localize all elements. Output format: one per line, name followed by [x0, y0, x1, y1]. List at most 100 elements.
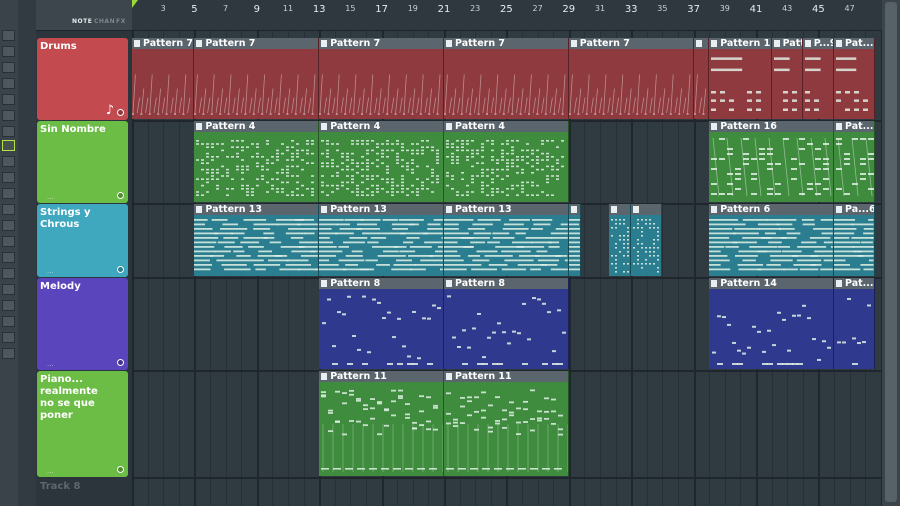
pattern-menu-icon[interactable]	[836, 206, 842, 213]
track-grip[interactable]: ...	[47, 361, 54, 368]
tool-button[interactable]	[2, 172, 15, 183]
clip-title[interactable]: Pattern 16	[709, 121, 833, 132]
tool-button[interactable]	[2, 110, 15, 121]
pattern-clip[interactable]: Pattern 8	[319, 278, 444, 369]
pattern-clip[interactable]: Pattern 7	[194, 38, 320, 119]
pattern-menu-icon[interactable]	[321, 206, 328, 213]
clip-title[interactable]: Pattern 14	[709, 278, 833, 289]
pattern-menu-icon[interactable]	[711, 280, 718, 287]
tool-button[interactable]	[2, 204, 15, 215]
pattern-menu-icon[interactable]	[446, 206, 452, 213]
pattern-clip[interactable]: Pattern 6	[709, 204, 834, 276]
pattern-clip[interactable]: Pattern 4	[444, 121, 569, 202]
clip-title[interactable]: Pattern 13	[319, 204, 443, 215]
tool-button[interactable]	[2, 188, 15, 199]
pattern-menu-icon[interactable]	[570, 40, 577, 47]
pattern-menu-icon[interactable]	[836, 40, 842, 47]
clip-title[interactable]: Pattern 4	[319, 121, 443, 132]
vertical-scrollbar[interactable]	[882, 0, 900, 506]
fx-mode-button[interactable]: FX	[116, 18, 126, 25]
clip-title[interactable]: Pattern 8	[444, 278, 568, 289]
pattern-menu-icon[interactable]	[836, 123, 842, 130]
pattern-clip[interactable]: Pattern 4	[194, 121, 320, 202]
pattern-clip[interactable]: Pattern 8	[444, 278, 569, 369]
tool-button[interactable]	[2, 348, 15, 359]
pattern-menu-icon[interactable]	[695, 40, 702, 47]
track-grip[interactable]: ...	[47, 268, 54, 275]
clip-title[interactable]: Pat...4	[834, 278, 874, 289]
clip-title[interactable]: Pa...6	[834, 204, 874, 215]
clip-title[interactable]: Patt	[771, 38, 802, 49]
clip-title[interactable]: Pattern 4	[194, 121, 319, 132]
pattern-menu-icon[interactable]	[711, 40, 718, 47]
clip-title[interactable]: Pattern 13	[194, 204, 319, 215]
tool-button[interactable]	[2, 236, 15, 247]
clip-title[interactable]: Pattern 7	[568, 38, 693, 49]
track-header[interactable]: Sin Nombre...	[37, 121, 128, 203]
pattern-clip[interactable]: Pa...6	[834, 204, 875, 276]
track-grip[interactable]: ...	[47, 468, 54, 475]
tool-button[interactable]	[2, 140, 15, 151]
clip-title[interactable]: Pattern 11	[444, 371, 568, 382]
track-mute-icon[interactable]	[117, 192, 124, 199]
pattern-clip[interactable]: Pattern 16	[709, 121, 834, 202]
pattern-menu-icon[interactable]	[804, 40, 811, 47]
playhead-marker[interactable]	[132, 0, 138, 8]
pattern-clip[interactable]: Pat...5	[834, 38, 875, 119]
pattern-menu-icon[interactable]	[196, 40, 203, 47]
pattern-clip[interactable]	[609, 204, 632, 276]
track-header[interactable]: Strings y Chrous...	[37, 204, 128, 277]
pattern-menu-icon[interactable]	[446, 373, 452, 380]
scrollbar-thumb[interactable]	[885, 2, 897, 502]
track-header[interactable]: Melody...	[37, 278, 128, 370]
tool-button[interactable]	[2, 316, 15, 327]
pattern-clip[interactable]: Pattern 4	[319, 121, 444, 202]
clip-title[interactable]: Pattern 7	[194, 38, 319, 49]
pattern-menu-icon[interactable]	[196, 206, 203, 213]
pattern-clip[interactable]: Patt	[771, 38, 803, 119]
track-mute-icon[interactable]	[117, 466, 124, 473]
clip-title[interactable]	[609, 204, 631, 215]
clip-title[interactable]: Pattern 15	[709, 38, 771, 49]
pattern-clip[interactable]: Pattern 14	[709, 278, 834, 369]
pattern-menu-icon[interactable]	[633, 206, 640, 213]
track-header[interactable]: Drums ♪	[37, 38, 128, 120]
pattern-clip[interactable]: Pattern 15	[709, 38, 772, 119]
track-mute-icon[interactable]	[117, 359, 124, 366]
tool-button[interactable]	[2, 46, 15, 57]
clip-title[interactable]: Pat...6	[834, 121, 874, 132]
clip-title[interactable]	[631, 204, 662, 215]
clip-title[interactable]: Pattern 8	[319, 278, 443, 289]
pattern-clip[interactable]: Pattern 11	[444, 371, 569, 476]
tool-button[interactable]	[2, 220, 15, 231]
tool-button[interactable]	[2, 284, 15, 295]
clip-title[interactable]: Pat...5	[834, 38, 874, 49]
pattern-clip[interactable]: Pattern 7	[132, 38, 195, 119]
track-grip[interactable]: ...	[47, 194, 54, 201]
pattern-menu-icon[interactable]	[321, 123, 328, 130]
track-mute-icon[interactable]	[117, 109, 124, 116]
clip-title[interactable]: Pattern 7	[319, 38, 443, 49]
pattern-menu-icon[interactable]	[321, 280, 328, 287]
chan-mode-button[interactable]: CHAN	[94, 18, 115, 25]
tool-button[interactable]	[2, 94, 15, 105]
pattern-clip[interactable]: Pattern 7	[319, 38, 444, 119]
tool-button[interactable]	[2, 300, 15, 311]
pattern-clip[interactable]	[631, 204, 663, 276]
tool-button[interactable]	[2, 252, 15, 263]
pattern-clip[interactable]	[568, 204, 582, 276]
clip-title[interactable]: Pattern 4	[444, 121, 568, 132]
pattern-clip[interactable]: Pat...4	[834, 278, 875, 369]
pattern-clip[interactable]: P...9	[802, 38, 834, 119]
timeline-ruler[interactable]: 3 5 7 9 11 13 15 17 19 21 23 25 27 29 31 33 35 37 39 41 43 45…	[132, 0, 882, 31]
pattern-menu-icon[interactable]	[711, 123, 718, 130]
note-mode-button[interactable]: NOTE	[72, 18, 92, 25]
pattern-menu-icon[interactable]	[773, 40, 780, 47]
clip-title[interactable]: Pattern 6	[709, 204, 833, 215]
clip-title[interactable]: Pattern 13	[444, 204, 568, 215]
pattern-clip[interactable]: Pattern 13	[444, 204, 569, 276]
clip-title[interactable]: P...9	[802, 38, 833, 49]
pattern-clip[interactable]: Pattern 13	[194, 204, 320, 276]
track-header-empty[interactable]: Track 8	[37, 478, 128, 506]
tool-button[interactable]	[2, 268, 15, 279]
